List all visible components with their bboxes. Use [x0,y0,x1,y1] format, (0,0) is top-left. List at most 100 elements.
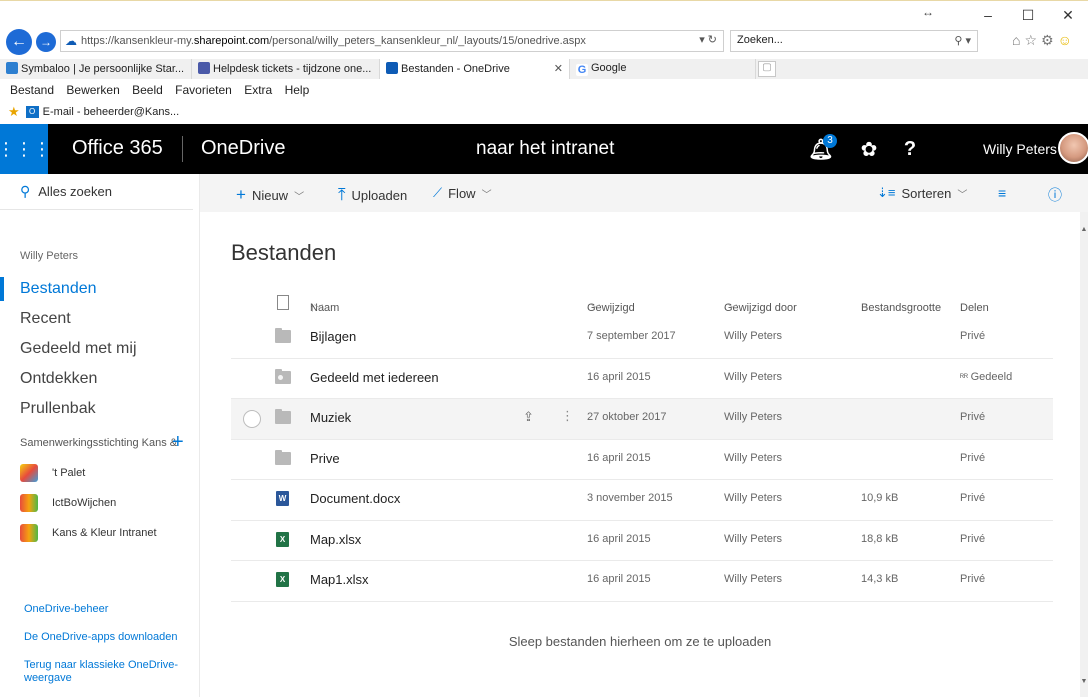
share-icon[interactable]: ⇪ [523,409,534,425]
user-name[interactable]: Willy Peters [983,141,1057,157]
modified-by: Willy Peters [724,532,783,545]
row-select-checkbox[interactable] [243,410,261,428]
help-button[interactable]: ? [886,124,934,174]
column-size-label: Bestandsgrootte [861,302,942,314]
scroll-up-icon[interactable]: ▲ [1080,226,1088,233]
table-row[interactable]: X Map.xlsx 16 april 2015 Willy Peters 18… [231,521,1053,561]
smiley-icon[interactable]: ☺ [1058,32,1076,48]
sharing-status: Privé [960,451,986,464]
file-name[interactable]: Document.docx [310,491,400,506]
menu-bestand[interactable]: Bestand [10,83,54,97]
tab-strip: Symbaloo | Je persoonlijke Star... Helpd… [0,59,1088,79]
file-type-icon[interactable] [277,295,289,310]
kans-kleur-logo-icon [20,494,38,512]
sort-icon: ⇣≡ [877,185,896,200]
tab-onedrive[interactable]: Bestanden - OneDrive ✕ [380,59,570,79]
vertical-scrollbar[interactable]: ▲ ▼ [1080,212,1088,697]
table-row[interactable]: W Document.docx 3 november 2015 Willy Pe… [231,480,1053,521]
download-apps-link[interactable]: De OneDrive-apps downloaden [24,631,177,644]
site-item-ictbowijchen[interactable]: IctBoWijchen [20,491,116,515]
tab-close-icon[interactable]: ✕ [554,62,563,75]
search-icon[interactable]: ⚲ ▾ [954,34,971,47]
table-row[interactable]: Gedeeld met iedereen 16 april 2015 Willy… [231,359,1053,399]
flow-button[interactable]: ⟋ Flow ﹀ [433,185,492,201]
table-row[interactable]: Prive 16 april 2015 Willy Peters Privé [231,440,1053,480]
tab-helpdesk[interactable]: Helpdesk tickets - tijdzone one... [192,59,380,79]
nav-item-prullenbak[interactable]: Prullenbak [0,394,199,424]
sort-button[interactable]: ⇣≡ Sorteren ﹀ [877,185,967,201]
table-row[interactable]: Muziek ⇪ ⋮ 27 oktober 2017 Willy Peters … [231,399,1053,440]
address-bar[interactable]: ☁ https://kansenkleur-my. sharepoint.com /… [60,30,724,52]
classic-onedrive-link[interactable]: Terug naar klassieke OneDrive-weergave [24,659,184,685]
sharing-label: Gedeeld [970,370,1013,383]
close-icon[interactable]: ✕ [1048,7,1088,24]
new-tab-button[interactable]: ▢ [758,61,776,77]
resize-icon[interactable]: ↔ [922,5,934,19]
menu-extra[interactable]: Extra [244,83,272,97]
arrow-right-icon: → [40,35,52,49]
nav-item-recent[interactable]: Recent [0,304,199,334]
scroll-down-icon[interactable]: ▼ [1080,678,1088,685]
word-file-icon: W [276,491,289,506]
home-icon[interactable]: ⌂ [1012,32,1024,48]
favorite-email-link[interactable]: E-mail - beheerder@Kans... [43,106,180,118]
minimize-icon[interactable]: – [968,7,1008,23]
nav-item-bestanden[interactable]: Bestanden [0,274,199,304]
site-label: Kans & Kleur Intranet [52,527,157,539]
gear-icon: ✿ [860,138,878,161]
kans-kleur-logo-icon [20,524,38,542]
table-row[interactable]: Bijlagen 7 september 2017 Willy Peters P… [231,318,1053,359]
new-button[interactable]: + Nieuw ﹀ [236,185,304,205]
nav-item-ontdekken[interactable]: Ontdekken [0,364,199,394]
tab-label: Helpdesk tickets - tijdzone one... [213,63,372,75]
file-name[interactable]: Map1.xlsx [310,572,369,587]
browser-chrome: ↔ – ☐ ✕ ← → ☁ https://kansenkleur-my. sha… [0,0,1088,124]
view-options-button[interactable]: ≡ [998,185,1012,201]
file-name[interactable]: Prive [310,451,340,466]
add-group-icon[interactable]: + [172,431,184,454]
menu-bar: Bestand Bewerken Beeld Favorieten Extra … [0,80,328,100]
search-all-input[interactable]: ⚲ Alles zoeken [0,174,193,210]
tab-symbaloo[interactable]: Symbaloo | Je persoonlijke Star... [0,59,192,79]
file-name[interactable]: Muziek [310,410,351,425]
site-item-palet[interactable]: 't Palet [20,461,85,485]
more-actions-icon[interactable]: ⋮ [561,408,574,424]
info-pane-button[interactable]: ⓘ [1048,185,1068,205]
upload-arrow-icon: ⤒ [338,185,346,204]
refresh-icon[interactable]: ▾ ↻ [699,33,717,46]
menu-help[interactable]: Help [285,83,310,97]
tab-google[interactable]: G Google [570,59,756,79]
onedrive-admin-link[interactable]: OneDrive-beheer [24,603,108,616]
help-icon: ? [903,137,917,160]
browser-search-input[interactable]: Zoeken... ⚲ ▾ [730,30,978,52]
file-name[interactable]: Map.xlsx [310,532,361,547]
suite-title[interactable]: Office 365 [72,137,163,160]
flow-label: Flow [448,185,476,201]
modified-date: 3 november 2015 [587,492,673,504]
intranet-link[interactable]: naar het intranet [476,138,614,160]
excel-file-icon: X [276,572,289,587]
file-name[interactable]: Gedeeld met iedereen [310,370,439,385]
onedrive-cloud-icon: ☁ [65,34,77,48]
app-launcher-button[interactable]: ⋮⋮⋮ [0,124,51,174]
avatar[interactable] [1058,132,1088,164]
site-item-intranet[interactable]: Kans & Kleur Intranet [20,521,157,545]
menu-beeld[interactable]: Beeld [132,83,163,97]
nav-item-gedeeld[interactable]: Gedeeld met mij [0,334,199,364]
maximize-icon[interactable]: ☐ [1008,7,1048,24]
back-button[interactable]: ← [6,29,32,55]
page-title: Bestanden [231,240,337,265]
menu-bewerken[interactable]: Bewerken [66,83,119,97]
settings-gear-icon[interactable]: ⚙ [1041,32,1058,48]
upload-button[interactable]: ⤒ Uploaden [338,185,407,205]
table-row[interactable]: X Map1.xlsx 16 april 2015 Willy Peters 1… [231,561,1053,602]
file-name[interactable]: Bijlagen [310,329,356,344]
forward-button[interactable]: → [36,32,56,52]
favorites-add-icon[interactable]: ★ [8,104,20,120]
notifications-button[interactable]: 🔔︎ 3 [797,124,845,174]
app-title[interactable]: OneDrive [201,137,285,160]
sharing-status: Privé [960,492,986,504]
menu-favorieten[interactable]: Favorieten [175,83,232,97]
favorites-bar: ★ O E-mail - beheerder@Kans... [0,101,187,123]
favorites-star-icon[interactable]: ☆ [1024,32,1041,48]
